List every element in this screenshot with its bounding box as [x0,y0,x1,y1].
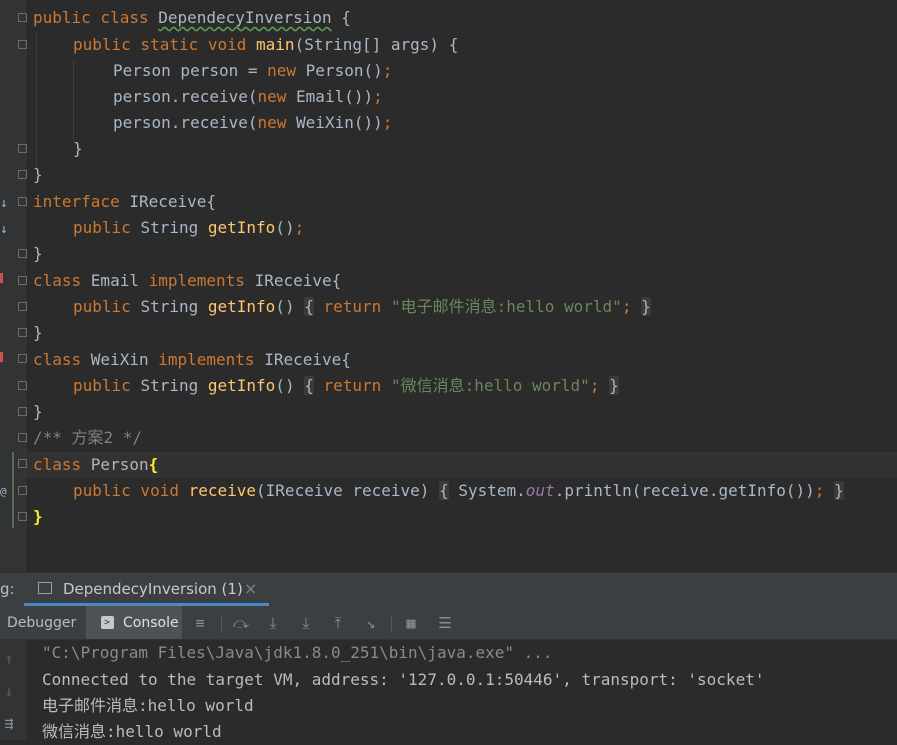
code-line[interactable]: class Person{ [33,452,158,478]
code-line[interactable]: public String getInfo(); [73,215,304,241]
prompt-glyph-icon: > [104,617,111,628]
code-line[interactable]: } [33,162,43,188]
console-tab-label: Console [123,615,179,631]
expand-icon[interactable] [18,486,27,495]
console-line: "C:\Program Files\Java\jdk1.8.0_251\bin\… [42,643,553,662]
console-line: Connected to the target VM, address: '12… [42,670,765,689]
tab-debugger[interactable]: Debugger [7,615,76,631]
step-over-icon[interactable]: ⤼ [232,614,250,632]
code-line[interactable]: public void receive(IReceive receive) { … [73,478,844,504]
code-line[interactable]: /** 方案2 */ [33,425,142,451]
code-line[interactable]: class WeiXin implements IReceive{ [33,347,351,373]
run-tool-window-header: g: DependecyInversion (1) × [0,572,897,606]
expand-icon[interactable] [18,381,27,390]
code-editor[interactable]: ↓ ↓ @ public class DependecyInversion { … [0,0,897,572]
code-line[interactable]: } [33,399,43,425]
fold-icon[interactable] [18,170,27,179]
console-output[interactable]: ↑ ↓ ⇶ "C:\Program Files\Java\jdk1.8.0_25… [0,640,897,741]
fold-icon[interactable] [18,276,27,285]
implemented-arrow-icon[interactable]: ↓ [0,197,8,210]
fold-icon[interactable] [18,144,27,153]
fold-icon[interactable] [18,249,27,258]
expand-icon[interactable] [18,302,27,311]
breakpoint-icon[interactable]: @ [0,485,7,498]
tab-run-config[interactable]: DependecyInversion (1) × [24,573,269,606]
code-line[interactable]: } [33,320,43,346]
fold-icon[interactable] [18,328,27,337]
fold-icon[interactable] [18,197,27,206]
code-line[interactable]: } [33,241,43,267]
toolbar-separator [221,615,222,633]
menu-icon[interactable]: ≡ [191,614,209,632]
evaluate-icon[interactable]: ▦ [402,614,420,632]
soft-wrap-icon[interactable]: ⇶ [0,714,18,732]
code-line[interactable]: Person person = new Person(); [113,58,392,84]
toolbar-separator [391,615,392,633]
run-to-cursor-icon[interactable]: ↘ [362,614,380,632]
close-icon[interactable]: × [244,579,257,598]
fold-icon[interactable] [18,459,27,468]
console-icon [38,582,52,594]
code-line[interactable]: public String getInfo() { return "微信消息:h… [73,373,619,399]
code-line[interactable]: public class DependecyInversion { [33,5,351,31]
change-marker-icon [0,352,3,362]
console-gutter: ↑ ↓ ⇶ [0,640,26,740]
run-tab-label: DependecyInversion (1) [63,580,243,598]
indent-guide [73,60,74,142]
fold-icon[interactable] [18,407,27,416]
vcs-change-bar [12,452,14,528]
code-line[interactable]: interface IReceive{ [33,189,216,215]
console-line: 微信消息:hello world [42,722,222,741]
trace-icon[interactable]: ☰ [436,614,454,632]
fold-icon[interactable] [18,512,27,521]
fold-icon[interactable] [18,40,27,49]
code-line[interactable]: public static void main(String[] args) { [73,32,458,58]
fold-icon[interactable] [18,354,27,363]
fold-icon[interactable] [18,13,27,22]
code-line[interactable]: person.receive(new WeiXin()); [113,110,392,136]
code-line[interactable]: person.receive(new Email()); [113,84,383,110]
console-line: 电子邮件消息:hello world [42,696,254,715]
down-arrow-icon[interactable]: ↓ [0,682,18,700]
implemented-arrow-icon[interactable]: ↓ [0,223,8,236]
step-into-icon[interactable]: ⤓ [264,614,282,632]
code-line[interactable]: } [73,136,83,162]
force-step-into-icon[interactable]: ⤓ [297,614,315,632]
code-line[interactable]: } [33,504,43,530]
debugger-toolbar: Debugger > Console ≡ ⤼ ⤓ ⤓ ⤒ ↘ ▦ ☰ [0,606,897,640]
expand-icon[interactable] [18,433,27,442]
up-arrow-icon[interactable]: ↑ [0,650,18,668]
tab-console[interactable]: > Console [86,606,182,639]
indent-guide [36,32,37,168]
step-out-icon[interactable]: ⤒ [329,614,347,632]
change-marker-icon [0,273,3,283]
tool-window-prefix: g: [0,580,15,598]
code-line[interactable]: class Email implements IReceive{ [33,268,341,294]
code-line[interactable]: public String getInfo() { return "电子邮件消息… [73,294,651,320]
